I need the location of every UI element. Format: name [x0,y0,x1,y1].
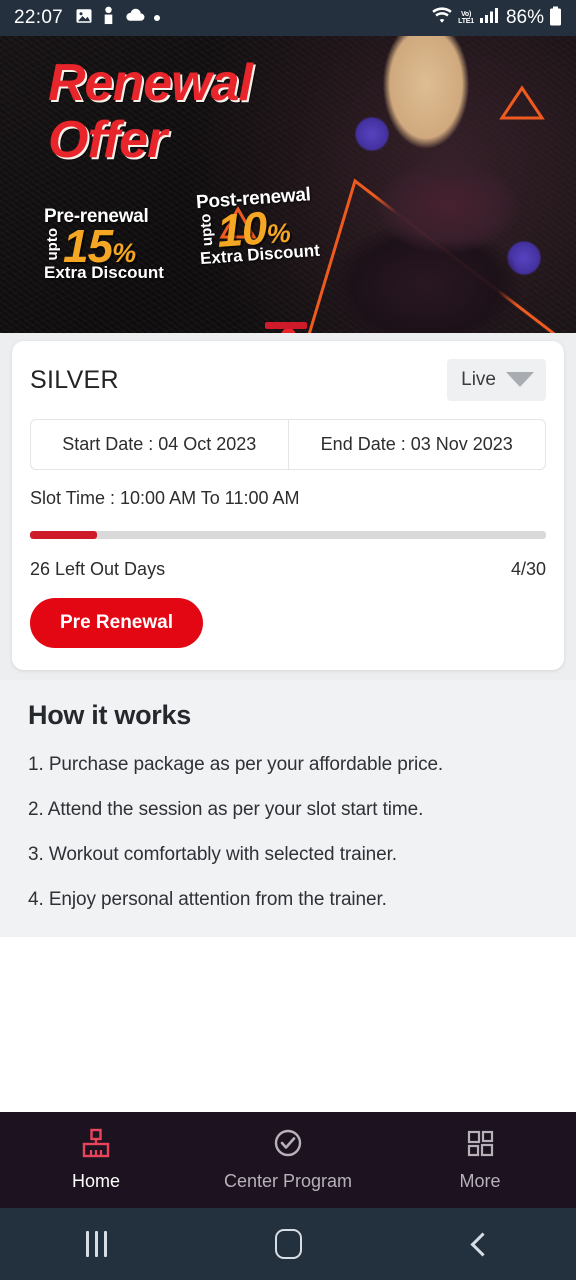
pre-renewal-sub: Extra Discount [44,263,164,283]
volte-icon: Vo) LTE1 [458,11,474,25]
check-circle-icon [271,1128,305,1165]
slot-time-label: Slot Time : 10:00 AM To 11:00 AM [30,488,300,508]
progress-count-label: 4/30 [510,559,546,579]
banner-title-line1: Renewal [48,54,253,112]
dot-icon [154,15,161,21]
person-icon [102,6,115,30]
status-badge-label: Live [461,369,496,390]
status-bar-notification-icons [75,6,161,30]
nav-item-center-program[interactable]: Center Program [192,1128,384,1192]
nav-label-more: More [459,1171,501,1191]
how-it-works-section: How it works 1. Purchase package as per … [0,680,576,937]
package-progress-fill [30,531,98,539]
package-card-section: SILVER Live Start Date : 04 Oct 2023 End… [0,333,576,680]
banner-model-photo [276,36,576,333]
grid-icon [463,1128,497,1165]
banner-title-line2: Offer [48,110,167,169]
pre-renewal-button[interactable]: Pre Renewal [30,598,203,648]
status-bar-time: 22:07 [14,7,64,28]
package-tier-name: SILVER [30,365,119,394]
progress-info-row: 26 Left Out Days 4/30 [30,559,546,580]
banner-title: Renewal Offer [48,57,253,169]
pre-renewal-percent: 15% [63,220,136,272]
battery-icon [549,6,562,31]
promo-banner[interactable]: Renewal Offer Pre-renewal upto 15% Extra… [0,36,576,333]
battery-percent-label: 86% [505,7,544,28]
status-bar: 22:07 Vo) LTE1 86% [0,0,576,36]
list-item: 3. Workout comfortably with selected tra… [28,844,397,865]
bottom-navigation-bar: Home Center Program More [0,1112,576,1208]
post-renewal-upto: upto [196,213,217,247]
date-range-row: Start Date : 04 Oct 2023 End Date : 03 N… [30,419,546,470]
status-bar-system-icons: Vo) LTE1 86% [431,6,562,31]
list-item: 1. Purchase package as per your affordab… [28,754,444,775]
nav-item-more[interactable]: More [384,1128,576,1192]
pre-renewal-offer: Pre-renewal upto 15% Extra Discount [44,206,164,283]
android-navigation-bar [0,1208,576,1280]
home-icon[interactable] [248,1219,328,1269]
end-date-cell: End Date : 03 Nov 2023 [287,420,546,469]
chevron-down-icon [506,371,534,387]
left-days-label: 26 Left Out Days [30,559,166,579]
cloud-icon [124,8,145,28]
status-dropdown[interactable]: Live [447,359,546,401]
home-gym-icon [79,1128,113,1165]
content-empty-space [0,937,576,1099]
nav-label-home: Home [71,1171,120,1191]
start-date-cell: Start Date : 04 Oct 2023 [62,434,257,454]
back-icon[interactable] [440,1219,520,1269]
recents-icon[interactable] [56,1219,136,1269]
how-it-works-list: 1. Purchase package as per your affordab… [28,754,548,911]
list-item: 4. Enjoy personal attention from the tra… [28,889,387,910]
carousel-page-indicator[interactable] [265,322,307,329]
signal-icon [479,7,499,29]
post-renewal-offer: Post-renewal upto 10% Extra Discount [195,184,320,270]
package-card-header: SILVER Live [30,359,546,401]
pre-renewal-upto: upto [44,227,61,261]
nav-label-center-program: Center Program [223,1171,353,1191]
nav-item-home[interactable]: Home [0,1128,192,1192]
list-item: 2. Attend the session as per your slot s… [28,799,424,820]
package-progress-bar [30,531,546,539]
how-it-works-heading: How it works [28,700,191,730]
wifi-icon [431,6,453,30]
package-card: SILVER Live Start Date : 04 Oct 2023 End… [12,341,564,670]
image-icon [75,7,93,30]
